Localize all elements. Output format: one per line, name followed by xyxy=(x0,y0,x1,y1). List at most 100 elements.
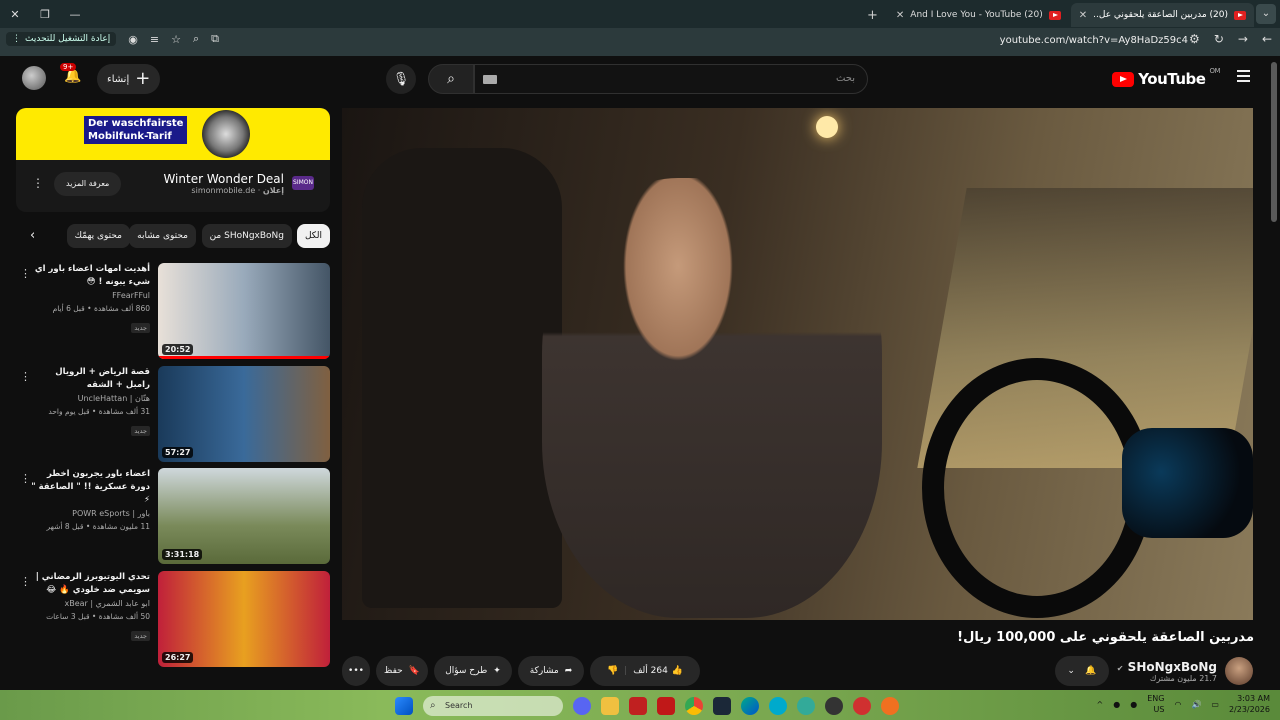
new-tab-button[interactable]: + xyxy=(859,3,886,27)
steam-icon[interactable] xyxy=(713,697,731,715)
keyboard-icon[interactable] xyxy=(483,75,497,84)
channel-name[interactable]: SHoNgxBoNg ✔ xyxy=(1117,660,1217,674)
chrome-icon[interactable] xyxy=(685,697,703,715)
video-thumbnail[interactable]: 3:31:18 xyxy=(158,468,330,564)
create-label: إنشاء xyxy=(107,73,130,85)
video-thumbnail[interactable]: 20:52 xyxy=(158,263,330,359)
clock[interactable]: 3:03 AM 2/23/2026 xyxy=(1229,693,1270,715)
back-arrow-icon[interactable]: ← xyxy=(1262,32,1272,46)
wifi-icon[interactable]: ◠ xyxy=(1174,700,1181,709)
more-dots-icon: ••• xyxy=(348,666,364,676)
logo-text: YouTube xyxy=(1138,70,1206,88)
ad-banner[interactable]: Der waschfairste Mobilfunk-Tarif xyxy=(16,108,330,160)
item-menu-icon[interactable]: ⋮ xyxy=(20,267,31,280)
taskbar-search[interactable]: Search xyxy=(423,696,563,716)
subscribe-bell-button[interactable]: 🔔 ⌄ xyxy=(1054,656,1109,686)
restore-window-icon[interactable]: ❐ xyxy=(30,8,60,21)
list-item[interactable]: 26:27 تحدي اليوتيوبرز الرمضاني | سويمي ض… xyxy=(16,571,330,667)
volume-icon[interactable]: 🔊 xyxy=(1191,700,1201,709)
ask-label: طرح سؤال xyxy=(445,666,488,676)
tray-app-icon[interactable]: ● xyxy=(1113,700,1120,709)
item-menu-icon[interactable]: ⋮ xyxy=(20,472,31,485)
bookmark-star-icon[interactable]: ☆ xyxy=(171,33,181,46)
list-item[interactable]: 3:31:18 اعضاء باور يجربون اخطر دورة عسكر… xyxy=(16,468,330,564)
chip-from-channel[interactable]: من SHoNgxBoNg xyxy=(201,224,292,248)
battery-icon[interactable]: ▭ xyxy=(1211,700,1219,709)
video-thumbnail[interactable]: 26:27 xyxy=(158,571,330,667)
channel-avatar[interactable] xyxy=(1225,657,1253,685)
tab-and-i-love-you[interactable]: (20) And I Love You - YouTube ✕ xyxy=(888,3,1069,27)
url-field[interactable]: youtube.com/watch?v=Ay8HaDz59c4 xyxy=(1000,35,1188,46)
page-scrollbar[interactable] xyxy=(1268,56,1280,690)
like-button[interactable]: 👍 264 ألف xyxy=(633,666,683,676)
youtube-favicon-icon xyxy=(1048,10,1061,20)
plus-icon: + xyxy=(135,68,151,89)
chrome-profile-2-icon[interactable] xyxy=(797,697,815,715)
app-orange-icon[interactable] xyxy=(881,697,899,715)
create-button[interactable]: + إنشاء xyxy=(97,64,161,94)
dislike-button[interactable]: 👎 xyxy=(607,666,618,676)
zoom-icon[interactable]: ⌕ xyxy=(193,32,199,46)
profile-icon[interactable]: ◉ xyxy=(128,33,138,46)
adobe-icon[interactable] xyxy=(657,697,675,715)
save-label: حفظ xyxy=(384,666,403,676)
more-actions-button[interactable]: ••• xyxy=(342,656,370,686)
save-button[interactable]: 🔖 حفظ xyxy=(376,656,428,686)
taskbar-search-label: Search xyxy=(445,701,473,710)
ad-label: إعلان xyxy=(262,186,284,195)
app-red-icon[interactable] xyxy=(629,697,647,715)
minimize-window-icon[interactable]: — xyxy=(60,8,90,21)
advertiser-logo: SIMON xyxy=(292,176,314,190)
tab-current-video[interactable]: (20) مدربين الصاعقة يلحقوني عل.. ✕ xyxy=(1070,3,1254,27)
discord-icon[interactable] xyxy=(573,697,591,715)
language-indicator[interactable]: ENG US xyxy=(1147,693,1164,715)
system-tray: ^ ● ● ENG US ◠ 🔊 ▭ 3:03 AM 2/23/2026 xyxy=(1097,693,1270,715)
chevron-left-icon[interactable]: ‹ xyxy=(30,228,35,243)
logo-country: OM xyxy=(1209,67,1220,75)
chip-related[interactable]: محتوى مشابه xyxy=(129,224,196,248)
list-item[interactable]: 57:27 قصة الرياض + الرويال رامبل + الشقه… xyxy=(16,366,330,462)
close-window-icon[interactable]: ✕ xyxy=(0,8,30,21)
search-box[interactable]: بحث xyxy=(474,64,868,94)
chrome-profile-icon[interactable] xyxy=(769,697,787,715)
site-settings-icon[interactable]: ⚙ xyxy=(1189,32,1200,46)
app-red-round-icon[interactable] xyxy=(853,697,871,715)
search-button[interactable]: ⌕ xyxy=(428,64,474,94)
file-explorer-icon[interactable] xyxy=(601,697,619,715)
chip-recommended[interactable]: محتوى يهمّك xyxy=(66,224,130,248)
clock-date: 2/23/2026 xyxy=(1228,705,1270,714)
video-action-bar: SHoNgxBoNg ✔ 21.7 مليون مشترك 🔔 ⌄ 👍 264 أ… xyxy=(342,656,1253,686)
learn-more-button[interactable]: معرفة المزيد xyxy=(54,172,122,196)
chip-all[interactable]: الكل xyxy=(296,224,330,248)
item-menu-icon[interactable]: ⋮ xyxy=(20,370,31,383)
app-dark-icon[interactable] xyxy=(825,697,843,715)
item-menu-icon[interactable]: ⋮ xyxy=(20,575,31,588)
video-player[interactable] xyxy=(342,108,1253,620)
account-avatar[interactable] xyxy=(22,66,46,90)
share-button[interactable]: ➦ مشاركة xyxy=(518,656,584,686)
update-button[interactable]: ⋮ إعادة التشغيل للتحديث xyxy=(6,32,117,46)
reading-list-icon[interactable]: ≡ xyxy=(150,33,159,46)
close-tab-icon[interactable]: ✕ xyxy=(896,10,904,21)
hamburger-menu-icon[interactable] xyxy=(1237,70,1250,82)
sidebar-ad[interactable]: Der waschfairste Mobilfunk-Tarif SIMON W… xyxy=(16,108,330,212)
duration-badge: 26:27 xyxy=(162,652,194,663)
ad-menu-icon[interactable]: ⋮ xyxy=(32,176,44,190)
list-item[interactable]: 20:52 أهديت امهات اعضاء باور اي شيء يبون… xyxy=(16,263,330,359)
watch-progress-bar xyxy=(158,356,330,359)
close-tab-icon[interactable]: ✕ xyxy=(1079,10,1087,21)
windows-start-icon[interactable] xyxy=(395,697,413,715)
edge-icon[interactable] xyxy=(741,697,759,715)
tray-overflow-icon[interactable]: ^ xyxy=(1097,700,1104,709)
scrollbar-thumb[interactable] xyxy=(1271,62,1277,222)
voice-search-button[interactable]: 🎙 xyxy=(386,64,416,94)
ask-question-button[interactable]: ✦ طرح سؤال xyxy=(434,656,512,686)
video-thumbnail[interactable]: 57:27 xyxy=(158,366,330,462)
youtube-logo[interactable]: YouTube OM xyxy=(1112,67,1220,88)
tray-app-2-icon[interactable]: ● xyxy=(1130,700,1137,709)
forward-arrow-icon[interactable]: → xyxy=(1238,32,1248,46)
tab-label: (20) And I Love You - YouTube xyxy=(910,10,1043,20)
reload-icon[interactable]: ↻ xyxy=(1214,32,1224,46)
tab-list-chevron-icon[interactable]: ⌄ xyxy=(1256,4,1276,24)
install-app-icon[interactable]: ⧉ xyxy=(211,32,219,46)
